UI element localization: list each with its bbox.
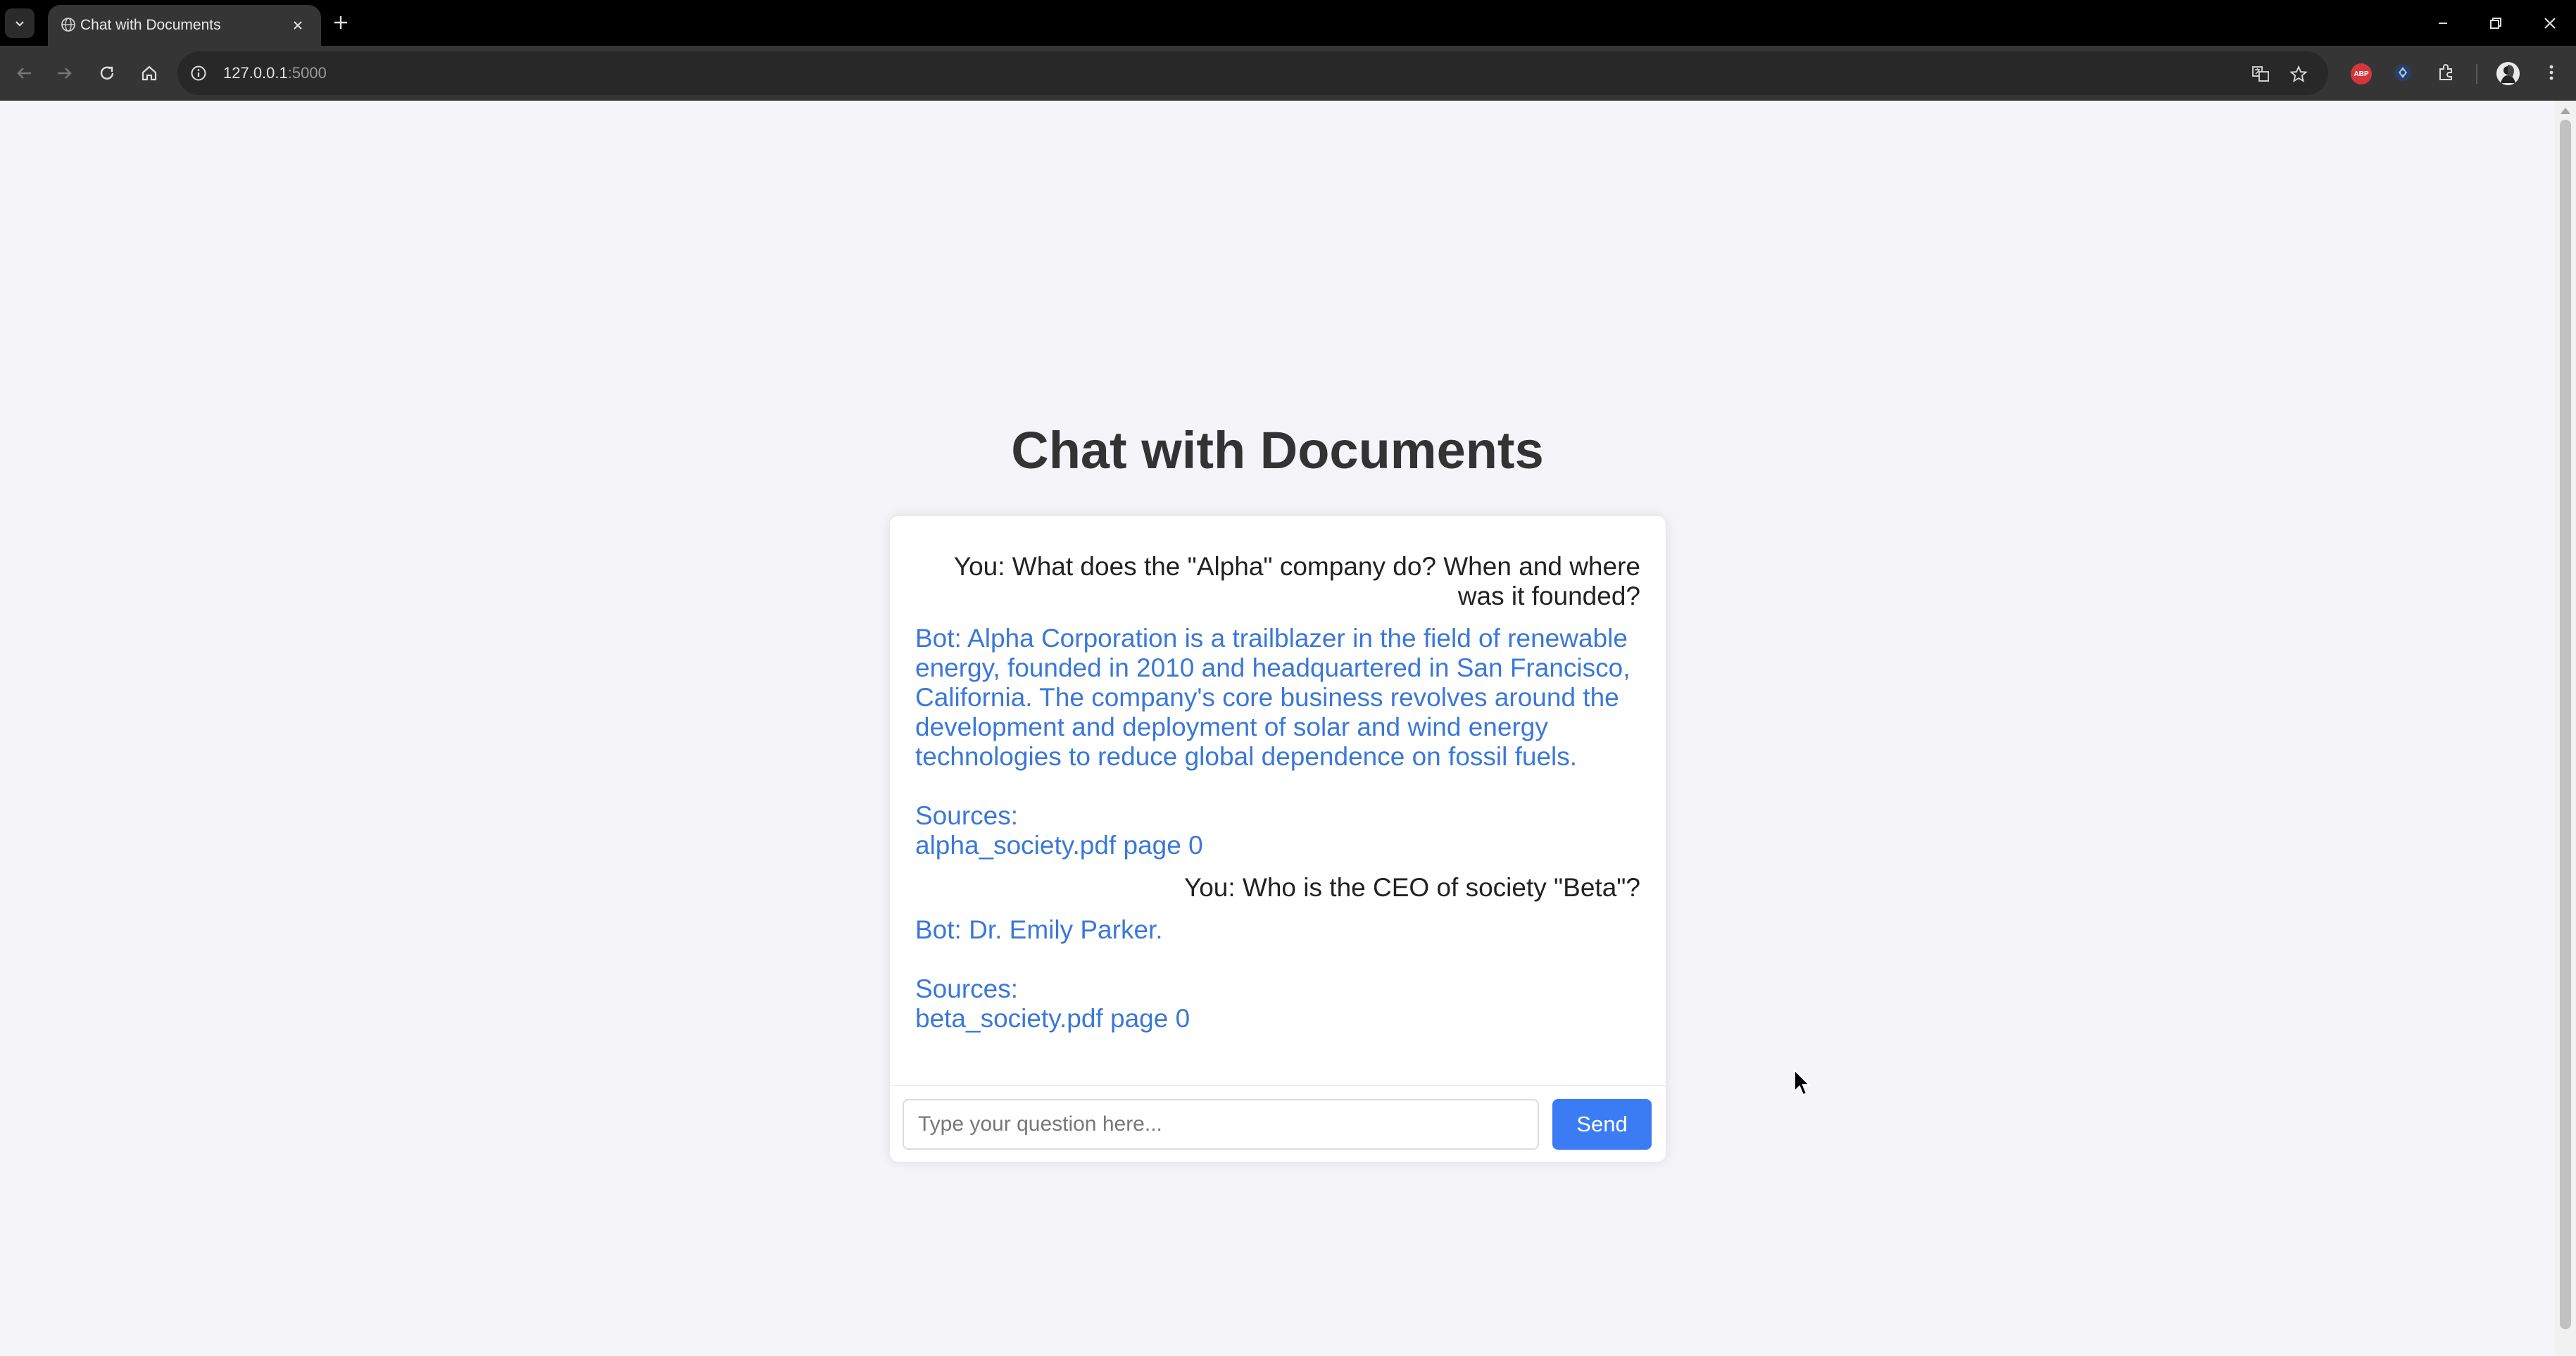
site-info-icon[interactable] [190, 65, 207, 82]
bookmark-star-icon[interactable] [2289, 65, 2308, 83]
browser-tab-active[interactable]: Chat with Documents [48, 5, 321, 46]
close-tab-icon[interactable] [289, 17, 306, 34]
chat-container: You: What does the "Alpha" company do? W… [890, 516, 1666, 1162]
user-message: You: Who is the CEO of society "Beta"? [1183, 873, 1640, 902]
browser-menu-kebab-icon[interactable] [2541, 62, 2562, 83]
scroll-up-arrow-icon[interactable] [2561, 108, 2570, 114]
page-title: Chat with Documents [1011, 421, 1544, 479]
address-bar[interactable]: 127.0.0.1:5000 [177, 51, 2328, 95]
tab-title: Chat with Documents [80, 17, 221, 33]
scrollbar-thumb[interactable] [2560, 120, 2571, 1329]
translate-icon[interactable] [2251, 65, 2270, 83]
minimize-window-icon[interactable] [2432, 13, 2454, 34]
toolbar-separator [2476, 64, 2477, 84]
reload-icon[interactable] [96, 62, 118, 84]
extension-puzzle-blue-icon[interactable] [2392, 62, 2413, 83]
question-input[interactable] [903, 1099, 1539, 1150]
bot-message: Bot: Dr. Emily Parker. Sources: beta_soc… [915, 915, 1190, 1033]
url-text: 127.0.0.1:5000 [223, 64, 327, 82]
tab-search-button[interactable] [5, 8, 34, 38]
forward-arrow-icon[interactable] [54, 62, 76, 84]
chevron-down-icon [15, 21, 24, 27]
browser-tab-bar: Chat with Documents [0, 0, 2576, 46]
back-arrow-icon[interactable] [13, 62, 35, 84]
adblock-plus-extension-icon[interactable]: ABP [2351, 63, 2372, 84]
new-tab-plus-icon[interactable] [331, 13, 351, 32]
mouse-cursor-icon [1794, 1069, 1811, 1096]
profile-avatar-icon[interactable] [2496, 62, 2520, 85]
chat-input-area: Send [890, 1085, 1666, 1163]
extensions-puzzle-icon[interactable] [2435, 62, 2456, 83]
restore-window-icon[interactable] [2485, 13, 2506, 34]
close-window-icon[interactable] [2539, 13, 2561, 34]
home-icon[interactable] [138, 62, 161, 84]
globe-icon [61, 18, 75, 32]
bot-message: Bot: Alpha Corporation is a trailblazer … [915, 624, 1631, 860]
send-button[interactable]: Send [1552, 1099, 1652, 1150]
user-message: You: What does the "Alpha" company do? W… [953, 552, 1640, 610]
chat-messages: You: What does the "Alpha" company do? W… [890, 516, 1666, 1085]
browser-toolbar: 127.0.0.1:5000 ABP [0, 46, 2576, 101]
person-silhouette-icon [2496, 62, 2520, 85]
